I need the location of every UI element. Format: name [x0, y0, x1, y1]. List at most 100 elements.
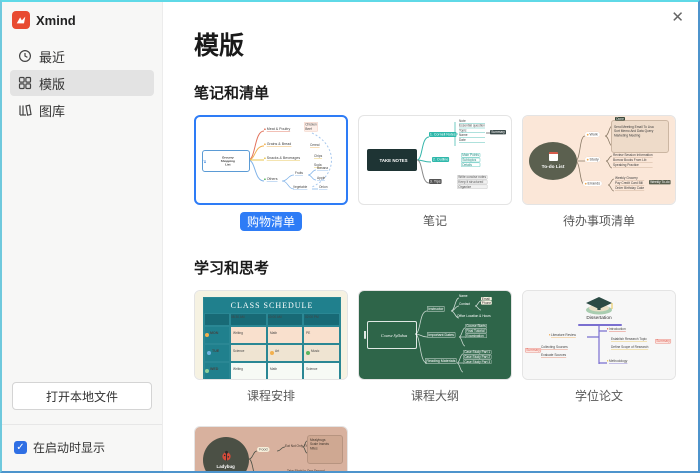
page-title: 模版 — [194, 26, 680, 62]
dissertation-preview: Dissertation Introduction Establish Rese… — [523, 291, 675, 379]
schedule-cell: PE — [306, 331, 310, 335]
branch-label: Meat & Poultry — [264, 127, 290, 131]
preview-item: Phone — [481, 301, 492, 305]
time-header: 02:00 PM — [305, 315, 319, 319]
preview-item: Mites — [310, 447, 329, 451]
preview-item: Weekly Grocery — [615, 176, 644, 180]
grocery-title: Grocery Shopping List — [220, 156, 236, 166]
preview-item: Mealybugs — [310, 438, 329, 442]
pencil-cup-icon — [364, 331, 366, 339]
preview-item: Case Study Part 3 — [463, 360, 491, 364]
sidebar-header: Xmind — [2, 2, 162, 35]
template-card-schedule[interactable]: CLASS SCHEDULE 08:30 AM 10:00 AM 02:00 P… — [194, 290, 348, 380]
preview-item: Scale Insects — [310, 442, 329, 446]
branch-label: Others — [264, 177, 278, 181]
todo-errand-items: Weekly Grocery Pay Credit Card Bill Orde… — [615, 176, 644, 191]
contact-items: Email Phone — [481, 297, 492, 305]
template-label-todo[interactable]: 待办事项清单 — [522, 212, 676, 229]
syllabus-title: Course Syllabus — [381, 333, 407, 338]
schedule-cell: Math — [270, 331, 277, 335]
checkbox-checked-icon[interactable]: ✓ — [14, 441, 27, 454]
syllabus-central-topic: Course Syllabus — [367, 321, 417, 349]
preview-item: Chicken — [305, 123, 317, 127]
reading-items: Case Study Part 1 Case Study Part 2 Case… — [463, 350, 491, 364]
sidebar-item-recent[interactable]: 最近 — [10, 43, 154, 69]
preview-item: Order Birthday Cake — [615, 186, 644, 190]
grocery-preview: Grocery Shopping List Meat & Poultry Gra… — [196, 117, 346, 203]
template-label-notes[interactable]: 笔记 — [358, 212, 512, 229]
preview-item: Banana — [317, 166, 328, 170]
preview-item: Office Location & Hours — [457, 314, 491, 318]
todo-preview: To-do List Work Study Errands Done Send … — [523, 116, 675, 204]
preview-item: Examination — [465, 334, 487, 338]
schedule-cell: Music — [311, 349, 319, 353]
template-ladybug: Ladybug Food Flying Eat Not Only The Aph… — [194, 426, 348, 471]
open-local-file-button[interactable]: 打开本地文件 — [12, 382, 152, 410]
branch-label: Literature Review — [549, 333, 576, 337]
template-card-todo[interactable]: To-do List Work Study Errands Done Send … — [522, 115, 676, 205]
preview-item: Organize — [457, 185, 487, 189]
notes-title: TAKE NOTES — [379, 158, 407, 163]
weekly-todo-tag: Weekly To-do — [649, 180, 671, 184]
preview-item: Fruits — [295, 171, 303, 175]
ladybug-food-items: Mealybugs Scale Insects Mites — [310, 438, 329, 450]
todo-work-items: Send Meeting Email To Lisa Sort Memo And… — [614, 125, 654, 137]
template-label-syllabus[interactable]: 课程大纲 — [358, 387, 512, 404]
preview-item: Establish Research Topic — [611, 337, 647, 341]
preview-item: Vegetable — [293, 185, 307, 189]
preview-item: Name — [459, 294, 468, 298]
preview-item: Evaluate Sources — [541, 353, 566, 357]
preview-item: Final Tutorial — [465, 329, 487, 333]
branch-label: Food — [257, 447, 270, 452]
template-notes: TAKE NOTES 1. Cornell Notes 2. Outline 3… — [358, 115, 512, 231]
library-icon — [18, 103, 32, 117]
branch-label: Snacks & Beverages — [264, 156, 300, 160]
schedule-cell: Science — [306, 367, 317, 371]
cart-icon — [203, 158, 206, 165]
todo-central-topic: To-do List — [529, 142, 577, 180]
graduation-cap-icon — [583, 294, 615, 315]
template-label-grocery[interactable]: 购物清单 — [194, 212, 348, 231]
schedule-cell: Writing — [233, 331, 243, 335]
template-label-schedule[interactable]: 课程安排 — [194, 387, 348, 404]
preview-item: Send Meeting Email To Lisa — [614, 125, 654, 129]
preview-item: Beef — [305, 127, 317, 131]
template-card-syllabus[interactable]: Course Syllabus Instructor Important Dat… — [358, 290, 512, 380]
close-icon[interactable]: ✕ — [671, 10, 684, 25]
preview-item: Onion — [319, 185, 328, 189]
summary-tag: Summary — [525, 348, 541, 352]
preview-item: Marketing Meeting — [614, 134, 654, 138]
branch-label: 1. Cornell Notes — [429, 132, 457, 137]
syllabus-preview: Course Syllabus Instructor Important Dat… — [359, 291, 511, 379]
preview-item: Name — [459, 133, 485, 137]
preview-item: Speaking Practice — [613, 163, 653, 167]
template-todo: To-do List Work Study Errands Done Send … — [522, 115, 676, 231]
grocery-subgroup: Chicken Beef — [304, 122, 318, 132]
sidebar-item-label: 图库 — [39, 101, 65, 120]
class-schedule-table: CLASS SCHEDULE 08:30 AM 10:00 AM 02:00 P… — [203, 297, 341, 380]
dissertation-underline — [578, 324, 622, 326]
template-card-ladybug[interactable]: Ladybug Food Flying Eat Not Only The Aph… — [194, 426, 348, 471]
sidebar-footer: 打开本地文件 ✓ 在启动时显示 — [2, 382, 162, 471]
app-title: Xmind — [36, 13, 76, 28]
template-card-grocery[interactable]: Grocery Shopping List Meat & Poultry Gra… — [194, 115, 348, 205]
show-on-startup-row[interactable]: ✓ 在启动时显示 — [2, 425, 162, 471]
template-card-dissertation[interactable]: Dissertation Introduction Establish Rese… — [522, 290, 676, 380]
branch-label: Important Dates — [427, 332, 455, 338]
notes-tips-items: Write concise notes Keep it structured O… — [457, 175, 487, 189]
time-header: 10:00 AM — [268, 315, 282, 319]
ladybug-title: Ladybug — [217, 464, 235, 469]
template-row-2: CLASS SCHEDULE 08:30 AM 10:00 AM 02:00 P… — [194, 290, 680, 404]
day-label: MON — [210, 331, 218, 335]
templates-grid-icon — [18, 76, 32, 90]
template-label-dissertation[interactable]: 学位论文 — [522, 387, 676, 404]
template-card-notes[interactable]: TAKE NOTES 1. Cornell Notes 2. Outline 3… — [358, 115, 512, 205]
preview-item: Apple — [317, 176, 325, 180]
sidebar-item-templates[interactable]: 模版 — [10, 70, 154, 96]
sidebar: Xmind 最近 模版 图库 打开本地文件 — [2, 2, 163, 471]
todo-study-items: Review Session Information Borrow Books … — [613, 153, 653, 168]
sidebar-item-library[interactable]: 图库 — [10, 97, 154, 123]
todo-title: To-do List — [542, 163, 565, 168]
calendar-icon — [549, 152, 558, 161]
preview-item: Main Points — [461, 153, 480, 157]
